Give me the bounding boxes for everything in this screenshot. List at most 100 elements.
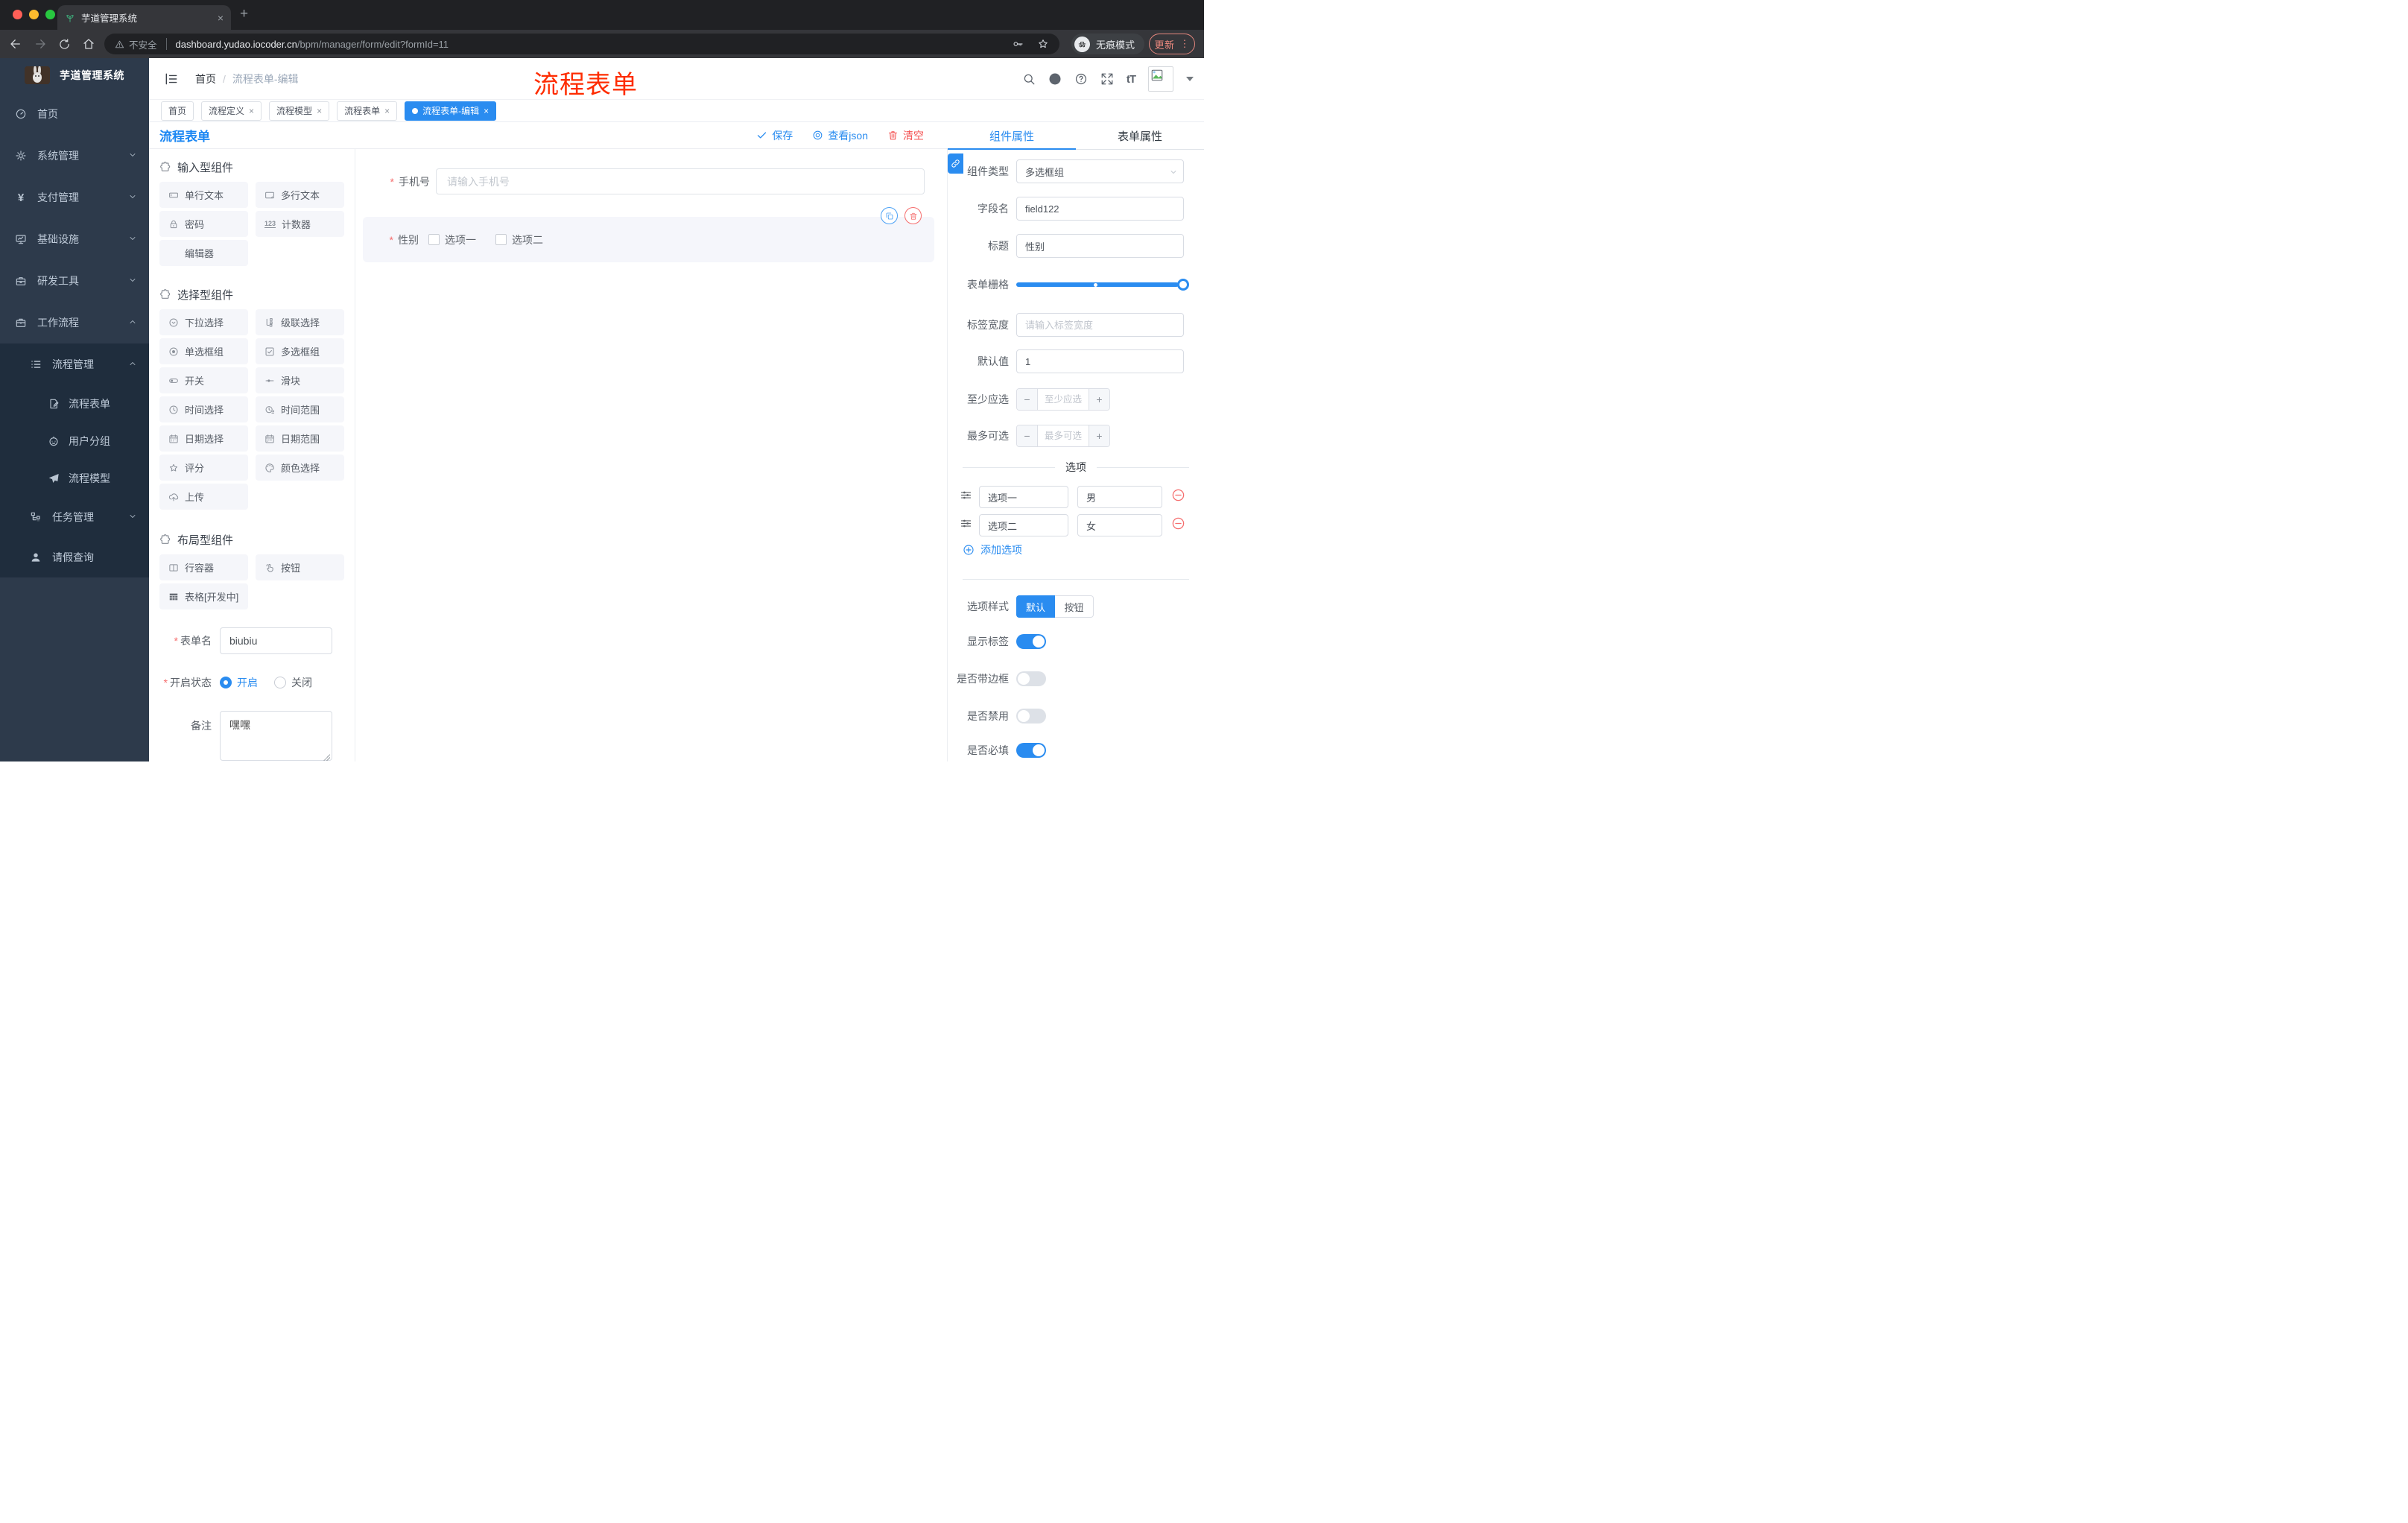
checkbox-option2[interactable] — [495, 234, 507, 245]
close-window-button[interactable] — [13, 10, 22, 19]
tag-close-icon[interactable]: × — [317, 106, 322, 116]
title-input[interactable] — [1016, 234, 1184, 258]
component-editor[interactable]: 编辑器 — [159, 240, 248, 266]
sidebar-item-home[interactable]: 首页 — [0, 93, 149, 135]
font-size-icon[interactable]: tT — [1127, 73, 1136, 86]
component-button[interactable]: 按钮 — [256, 554, 344, 580]
sidebar-item-process-model[interactable]: 流程模型 — [0, 460, 149, 497]
tab-close-icon[interactable]: × — [218, 13, 224, 23]
window-controls[interactable] — [13, 10, 55, 19]
component-type-value[interactable] — [1016, 159, 1184, 183]
component-color-picker[interactable]: 颜色选择 — [256, 455, 344, 481]
field-name-input[interactable] — [1016, 197, 1184, 221]
form-grid-slider[interactable] — [1016, 279, 1189, 291]
radio-open[interactable]: 开启 — [220, 675, 258, 690]
minimize-window-button[interactable] — [29, 10, 39, 19]
component-time-range[interactable]: 时间范围 — [256, 396, 344, 422]
option1-value-input[interactable] — [1077, 486, 1162, 508]
clear-button[interactable]: 清空 — [887, 128, 924, 143]
avatar-caret-icon[interactable] — [1186, 77, 1194, 81]
tab-form-props[interactable]: 表单属性 — [1076, 122, 1204, 149]
new-tab-button[interactable]: + — [240, 6, 248, 22]
remark-textarea[interactable]: 嘿嘿 — [220, 711, 332, 761]
slider-handle[interactable] — [1177, 279, 1189, 291]
sidebar-item-leave-query[interactable]: 请假查询 — [0, 537, 149, 577]
maximize-window-button[interactable] — [45, 10, 55, 19]
fullscreen-icon[interactable] — [1100, 72, 1114, 86]
search-icon[interactable] — [1022, 72, 1036, 86]
radio-closed[interactable]: 关闭 — [274, 675, 312, 690]
component-counter[interactable]: 123 计数器 — [256, 211, 344, 237]
phone-input[interactable] — [436, 168, 925, 194]
component-row-container[interactable]: 行容器 — [159, 554, 248, 580]
style-button-button[interactable]: 按钮 — [1055, 595, 1094, 618]
min-select-input[interactable] — [1038, 389, 1089, 410]
password-key-icon[interactable] — [1012, 38, 1024, 50]
breadcrumb-home[interactable]: 首页 — [195, 72, 216, 86]
component-rate[interactable]: 评分 — [159, 455, 248, 481]
default-value-input[interactable] — [1016, 349, 1184, 373]
sidebar-item-system[interactable]: 系统管理 — [0, 135, 149, 177]
sidebar-item-user-group[interactable]: 用户分组 — [0, 422, 149, 460]
component-date-range[interactable]: 日期范围 — [256, 425, 344, 452]
github-icon[interactable] — [1048, 72, 1062, 86]
avatar[interactable] — [1148, 66, 1173, 92]
stepper-minus-button[interactable]: − — [1017, 389, 1038, 410]
not-secure-badge[interactable]: 不安全 — [115, 37, 157, 51]
component-switch[interactable]: 开关 — [159, 367, 248, 393]
component-single-text[interactable]: 单行文本 — [159, 182, 248, 208]
tab-component-props[interactable]: 组件属性 — [948, 122, 1076, 150]
option2-label-input[interactable] — [979, 514, 1068, 536]
tag-close-icon[interactable]: × — [484, 106, 489, 116]
copy-component-button[interactable] — [881, 207, 898, 224]
sidebar-collapse-icon[interactable] — [164, 72, 179, 90]
drag-handle-icon[interactable] — [960, 489, 972, 505]
view-json-button[interactable]: 查看json — [812, 128, 868, 143]
browser-tab[interactable]: 芋道管理系统 × — [57, 5, 231, 30]
component-slider[interactable]: 滑块 — [256, 367, 344, 393]
tag-close-icon[interactable]: × — [384, 106, 390, 116]
stepper-plus-button[interactable]: + — [1089, 389, 1109, 410]
sidebar-item-payment[interactable]: ¥ 支付管理 — [0, 177, 149, 218]
save-button[interactable]: 保存 — [756, 128, 793, 143]
address-bar[interactable]: 不安全 dashboard.yudao.iocoder.cn/bpm/manag… — [104, 34, 1059, 54]
stepper-minus-button[interactable]: − — [1017, 425, 1038, 446]
bookmark-star-icon[interactable] — [1037, 38, 1049, 50]
remove-option-button[interactable] — [1171, 488, 1185, 506]
component-multi-text[interactable]: 多行文本 — [256, 182, 344, 208]
sidebar-item-infra[interactable]: 基础设施 — [0, 218, 149, 260]
max-select-input[interactable] — [1038, 425, 1089, 446]
back-icon[interactable] — [9, 37, 22, 51]
reload-icon[interactable] — [58, 38, 71, 51]
option1-label-input[interactable] — [979, 486, 1068, 508]
selected-component-gender[interactable]: * 性别 选项一 选项二 — [363, 217, 934, 262]
sidebar-item-process-form[interactable]: 流程表单 — [0, 385, 149, 422]
component-password[interactable]: 密码 — [159, 211, 248, 237]
tag-process-model[interactable]: 流程模型 × — [269, 101, 330, 121]
component-time-picker[interactable]: 时间选择 — [159, 396, 248, 422]
sidebar-item-devtools[interactable]: 研发工具 — [0, 260, 149, 302]
sidebar-item-workflow[interactable]: 工作流程 — [0, 302, 149, 343]
label-width-input[interactable] — [1016, 313, 1184, 337]
home-icon[interactable] — [82, 37, 95, 51]
required-toggle[interactable] — [1016, 743, 1046, 758]
style-default-button[interactable]: 默认 — [1016, 595, 1055, 618]
help-icon[interactable] — [1074, 72, 1088, 86]
remove-option-button[interactable] — [1171, 516, 1185, 534]
component-type-select[interactable] — [1016, 159, 1184, 183]
sidebar-item-task-mgmt[interactable]: 任务管理 — [0, 497, 149, 537]
tag-process-form-edit[interactable]: 流程表单-编辑 × — [405, 101, 497, 121]
form-name-input[interactable] — [220, 627, 332, 654]
component-upload[interactable]: 上传 — [159, 484, 248, 510]
stepper-plus-button[interactable]: + — [1089, 425, 1109, 446]
tag-process-definition[interactable]: 流程定义 × — [201, 101, 262, 121]
delete-component-button[interactable] — [904, 207, 922, 224]
drag-handle-icon[interactable] — [960, 517, 972, 533]
show-label-toggle[interactable] — [1016, 634, 1046, 649]
option2-value-input[interactable] — [1077, 514, 1162, 536]
slider-track[interactable] — [1016, 282, 1179, 287]
component-date-picker[interactable]: 日期选择 — [159, 425, 248, 452]
border-toggle[interactable] — [1016, 671, 1046, 686]
browser-update-menu-button[interactable]: 更新 ⋮ — [1149, 34, 1195, 54]
disabled-toggle[interactable] — [1016, 709, 1046, 723]
